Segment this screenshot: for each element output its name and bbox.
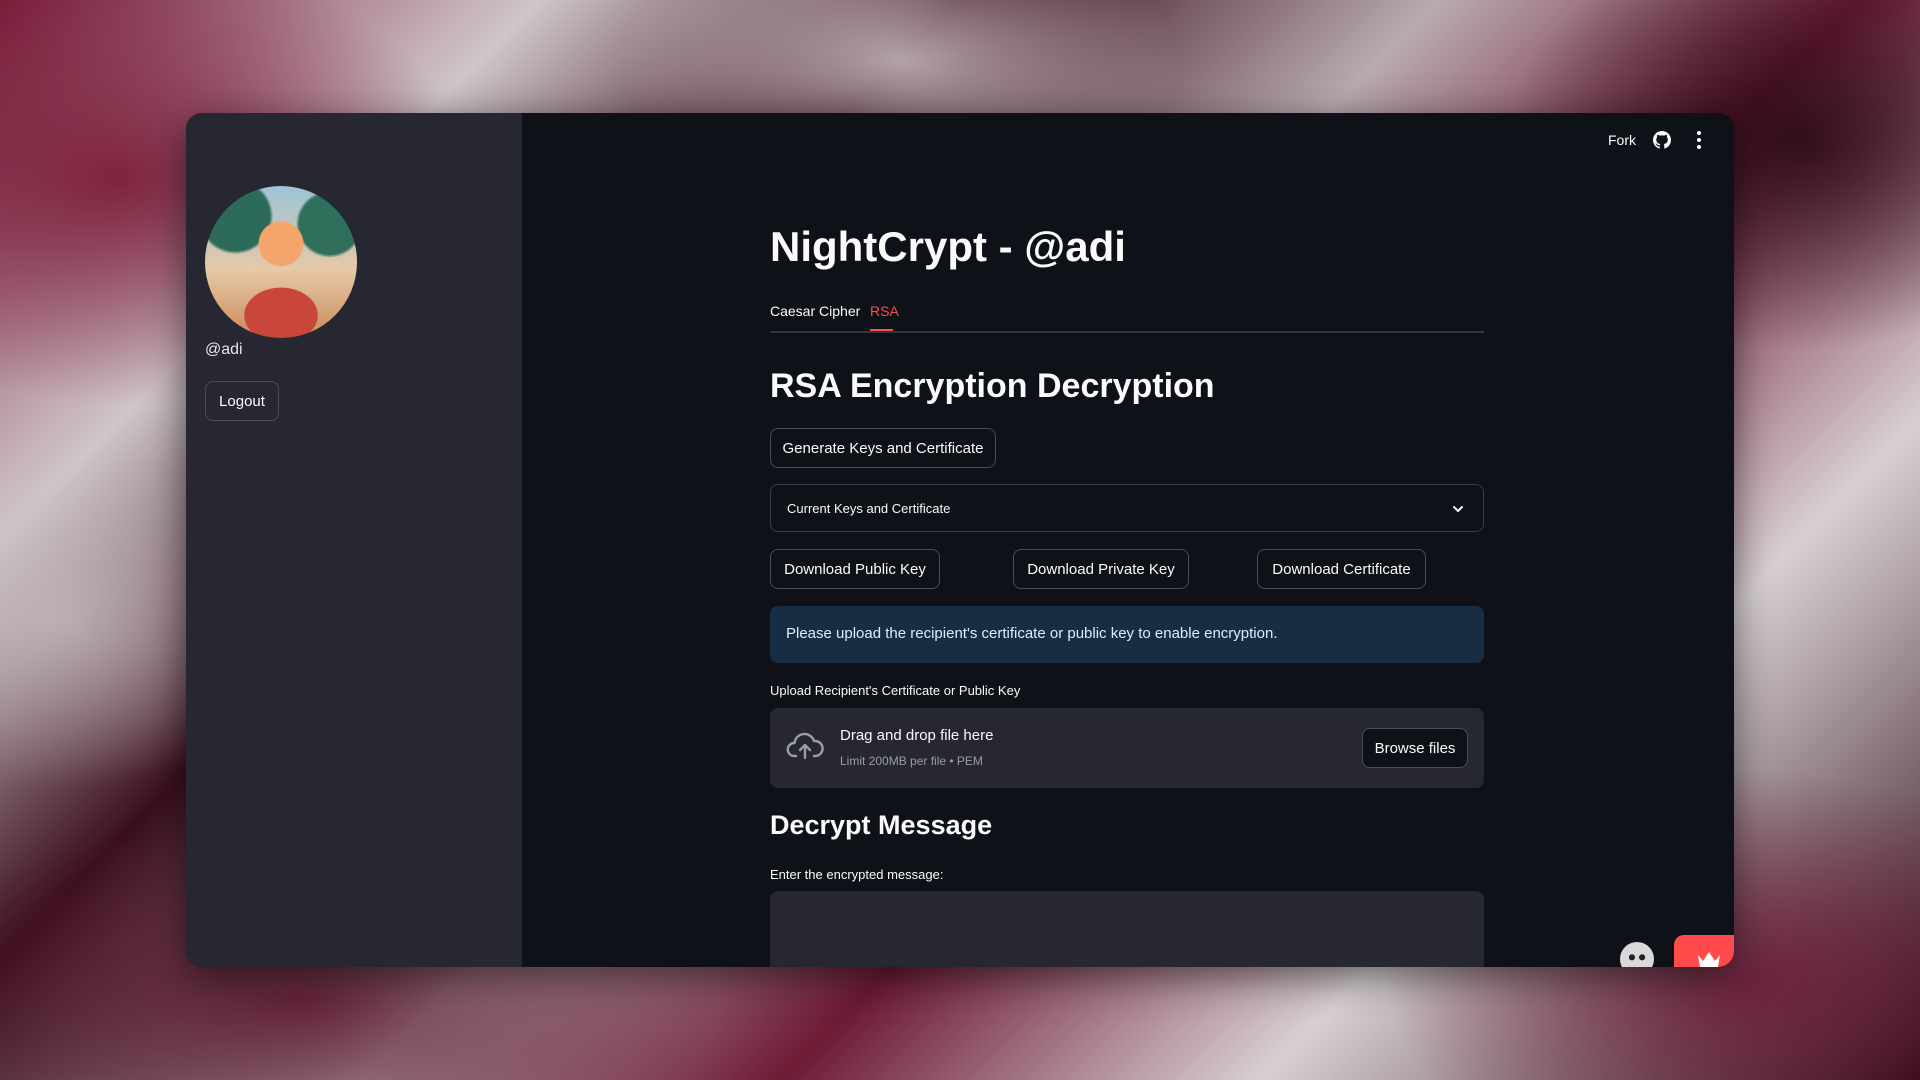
main-content: Fork NightCrypt - @adi Caesar Cipher RSA… [186, 113, 1734, 967]
info-alert: Please upload the recipient's certificat… [770, 606, 1484, 663]
generate-keys-button[interactable]: Generate Keys and Certificate [770, 428, 996, 468]
cloud-upload-icon [786, 732, 824, 760]
chevron-down-icon [1453, 506, 1463, 512]
download-public-key-button[interactable]: Download Public Key [770, 549, 940, 589]
decrypt-heading: Decrypt Message [770, 810, 993, 840]
crown-icon [1698, 952, 1720, 967]
download-private-key-button[interactable]: Download Private Key [1013, 549, 1189, 589]
active-tab-indicator [870, 329, 893, 331]
kebab-menu-icon[interactable] [1696, 130, 1702, 150]
tab-caesar-cipher[interactable]: Caesar Cipher [770, 303, 860, 319]
upload-label: Upload Recipient's Certificate or Public… [770, 683, 1021, 698]
keys-expander[interactable]: Current Keys and Certificate [770, 484, 1484, 532]
rsa-heading: RSA Encryption Decryption [770, 367, 1215, 405]
encrypted-message-input[interactable] [770, 891, 1484, 967]
github-icon[interactable] [1653, 131, 1671, 149]
dropzone-title: Drag and drop file here [840, 727, 994, 744]
streamlit-crown-button[interactable] [1674, 935, 1734, 967]
tab-bar: Caesar Cipher RSA [770, 303, 1484, 333]
download-certificate-button[interactable]: Download Certificate [1257, 549, 1426, 589]
file-dropzone[interactable]: Drag and drop file here Limit 200MB per … [770, 708, 1484, 788]
tab-rsa[interactable]: RSA [870, 303, 899, 319]
app-window: @adi Logout Fork NightCrypt - @adi Caesa… [186, 113, 1734, 967]
browse-files-button[interactable]: Browse files [1362, 728, 1468, 768]
dropzone-limit: Limit 200MB per file • PEM [840, 754, 983, 768]
expander-label: Current Keys and Certificate [787, 501, 951, 516]
fork-link[interactable]: Fork [1608, 132, 1636, 148]
page-title: NightCrypt - @adi [770, 223, 1126, 270]
encrypted-message-label: Enter the encrypted message: [770, 867, 944, 882]
user-avatar-badge[interactable] [1620, 942, 1654, 967]
